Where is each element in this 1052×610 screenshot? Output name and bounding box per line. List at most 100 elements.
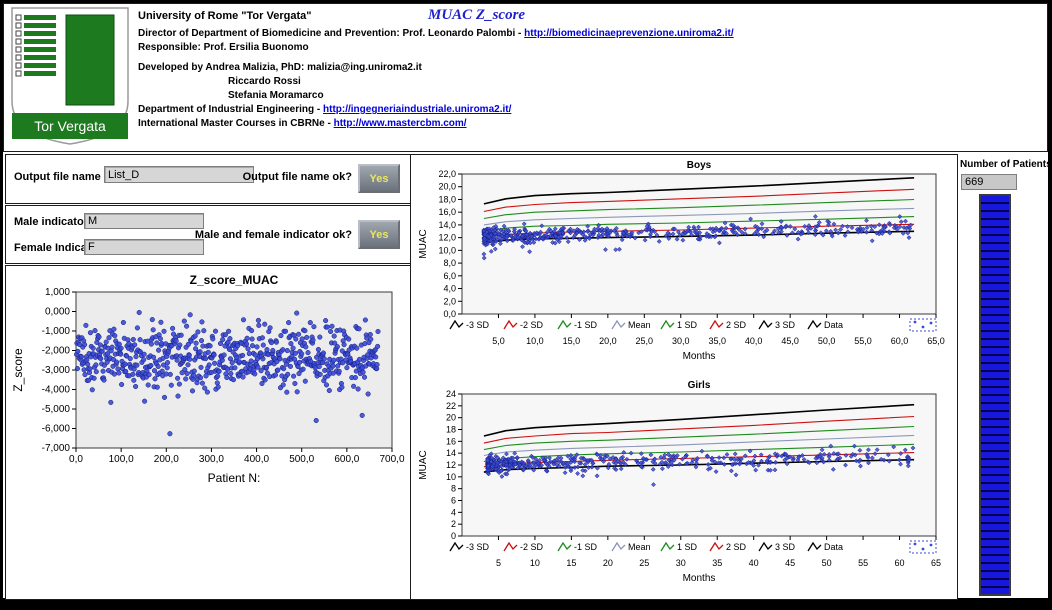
patients-count: 669: [961, 174, 1017, 190]
svg-text:65: 65: [931, 558, 941, 568]
svg-text:20: 20: [446, 413, 456, 423]
svg-text:10: 10: [530, 558, 540, 568]
svg-text:20,0: 20,0: [599, 336, 617, 346]
main-panel: Tor Vergata MUAC Z_score University of R…: [3, 3, 1048, 598]
svg-text:10,0: 10,0: [526, 336, 544, 346]
svg-text:4,0: 4,0: [443, 284, 456, 294]
svg-text:-4,000: -4,000: [42, 385, 71, 396]
svg-text:45: 45: [785, 558, 795, 568]
svg-text:Z_score_MUAC: Z_score_MUAC: [190, 273, 279, 287]
svg-text:3 SD: 3 SD: [775, 542, 796, 552]
svg-text:14,0: 14,0: [438, 220, 456, 230]
svg-text:65,0: 65,0: [927, 336, 945, 346]
svg-text:45,0: 45,0: [781, 336, 799, 346]
svg-text:0,000: 0,000: [45, 307, 70, 318]
svg-text:6: 6: [451, 496, 456, 506]
patients-label: Number of Patients: [960, 159, 1052, 170]
svg-text:700,0: 700,0: [379, 454, 404, 465]
svg-text:0,0: 0,0: [69, 454, 83, 465]
tor-vergata-shield-icon: Tor Vergata: [6, 5, 134, 147]
svg-text:5,0: 5,0: [492, 336, 505, 346]
svg-text:-2 SD: -2 SD: [520, 542, 544, 552]
svg-text:22,0: 22,0: [438, 169, 456, 179]
svg-text:35: 35: [712, 558, 722, 568]
svg-text:16,0: 16,0: [438, 207, 456, 217]
master-line: International Master Courses in CBRNe - …: [138, 118, 758, 129]
developer-2: Riccardo Rossi: [138, 76, 758, 87]
svg-text:60: 60: [895, 558, 905, 568]
svg-text:200,0: 200,0: [154, 454, 179, 465]
svg-text:1,000: 1,000: [45, 287, 70, 298]
svg-text:20: 20: [603, 558, 613, 568]
svg-text:400,0: 400,0: [244, 454, 269, 465]
developed-by-line: Developed by Andrea Malizia, PhD: malizi…: [138, 62, 758, 73]
svg-text:-1,000: -1,000: [42, 326, 71, 337]
svg-text:-3 SD: -3 SD: [466, 542, 490, 552]
svg-text:16: 16: [446, 436, 456, 446]
master-link[interactable]: http://www.mastercbm.com/: [334, 118, 467, 129]
university-name: University of Rome "Tor Vergata": [138, 10, 758, 22]
svg-text:18,0: 18,0: [438, 194, 456, 204]
svg-text:Months: Months: [683, 573, 716, 584]
girls-chart[interactable]: Girls24222018161412108642051015202530354…: [414, 378, 954, 598]
svg-text:15: 15: [566, 558, 576, 568]
svg-text:8,0: 8,0: [443, 258, 456, 268]
svg-text:20,0: 20,0: [438, 182, 456, 192]
svg-text:22: 22: [446, 401, 456, 411]
department-link[interactable]: http://ingegneriaindustriale.uniroma2.it…: [323, 104, 511, 115]
svg-text:14: 14: [446, 448, 456, 458]
svg-text:1 SD: 1 SD: [677, 320, 698, 330]
svg-text:18: 18: [446, 425, 456, 435]
svg-text:2 SD: 2 SD: [726, 542, 747, 552]
svg-text:1 SD: 1 SD: [677, 542, 698, 552]
svg-text:300,0: 300,0: [199, 454, 224, 465]
svg-text:30: 30: [676, 558, 686, 568]
svg-text:-1 SD: -1 SD: [574, 542, 598, 552]
zscore-chart[interactable]: Z_score_MUAC1,0000,000-1,000-2,000-3,000…: [6, 270, 408, 502]
output-file-label: Output file name: [14, 171, 101, 183]
svg-text:Months: Months: [683, 351, 716, 362]
svg-text:100,0: 100,0: [109, 454, 134, 465]
director-link[interactable]: http://biomedicinaeprevenzione.uniroma2.…: [524, 28, 733, 39]
svg-text:-6,000: -6,000: [42, 424, 71, 435]
svg-text:-7,000: -7,000: [42, 443, 71, 454]
svg-text:-1 SD: -1 SD: [574, 320, 598, 330]
male-indicator-label: Male indicator: [14, 216, 88, 228]
svg-text:Data: Data: [824, 320, 843, 330]
mf-indicator-ok-button[interactable]: Yes: [358, 220, 400, 249]
responsible-line: Responsible: Prof. Ersilia Buonomo: [138, 42, 758, 53]
svg-text:2,0: 2,0: [443, 296, 456, 306]
boys-chart[interactable]: Boys22,020,018,016,014,012,010,08,06,04,…: [414, 158, 954, 376]
svg-text:12: 12: [446, 460, 456, 470]
female-indicator-input[interactable]: [84, 239, 204, 255]
director-line: Director of Department of Biomedicine an…: [138, 28, 758, 39]
mf-indicator-ok-label: Male and female indicator ok?: [156, 229, 352, 241]
svg-text:-5,000: -5,000: [42, 404, 71, 415]
svg-text:30,0: 30,0: [672, 336, 690, 346]
svg-text:12,0: 12,0: [438, 233, 456, 243]
svg-text:2 SD: 2 SD: [726, 320, 747, 330]
patients-gauge: [979, 194, 1011, 596]
svg-text:500,0: 500,0: [289, 454, 314, 465]
svg-text:-2 SD: -2 SD: [520, 320, 544, 330]
male-indicator-input[interactable]: [84, 213, 204, 229]
output-file-ok-button[interactable]: Yes: [358, 164, 400, 193]
growth-charts-panel: Boys22,020,018,016,014,012,010,08,06,04,…: [410, 154, 958, 600]
svg-text:2: 2: [451, 519, 456, 529]
department-line: Department of Industrial Engineering - h…: [138, 104, 758, 115]
svg-text:15,0: 15,0: [563, 336, 581, 346]
director-text: Director of Department of Biomedicine an…: [138, 28, 524, 39]
svg-text:55: 55: [858, 558, 868, 568]
svg-text:Z_score: Z_score: [11, 348, 25, 392]
svg-text:Patient N:: Patient N:: [208, 471, 261, 485]
svg-text:Mean: Mean: [628, 320, 651, 330]
svg-text:Mean: Mean: [628, 542, 651, 552]
svg-text:35,0: 35,0: [708, 336, 726, 346]
svg-text:4: 4: [451, 507, 456, 517]
svg-text:3 SD: 3 SD: [775, 320, 796, 330]
svg-text:50: 50: [822, 558, 832, 568]
svg-text:8: 8: [451, 484, 456, 494]
output-file-ok-label: Output file name ok?: [184, 171, 352, 183]
app-window: Tor Vergata MUAC Z_score University of R…: [0, 0, 1052, 610]
svg-text:0: 0: [451, 531, 456, 541]
